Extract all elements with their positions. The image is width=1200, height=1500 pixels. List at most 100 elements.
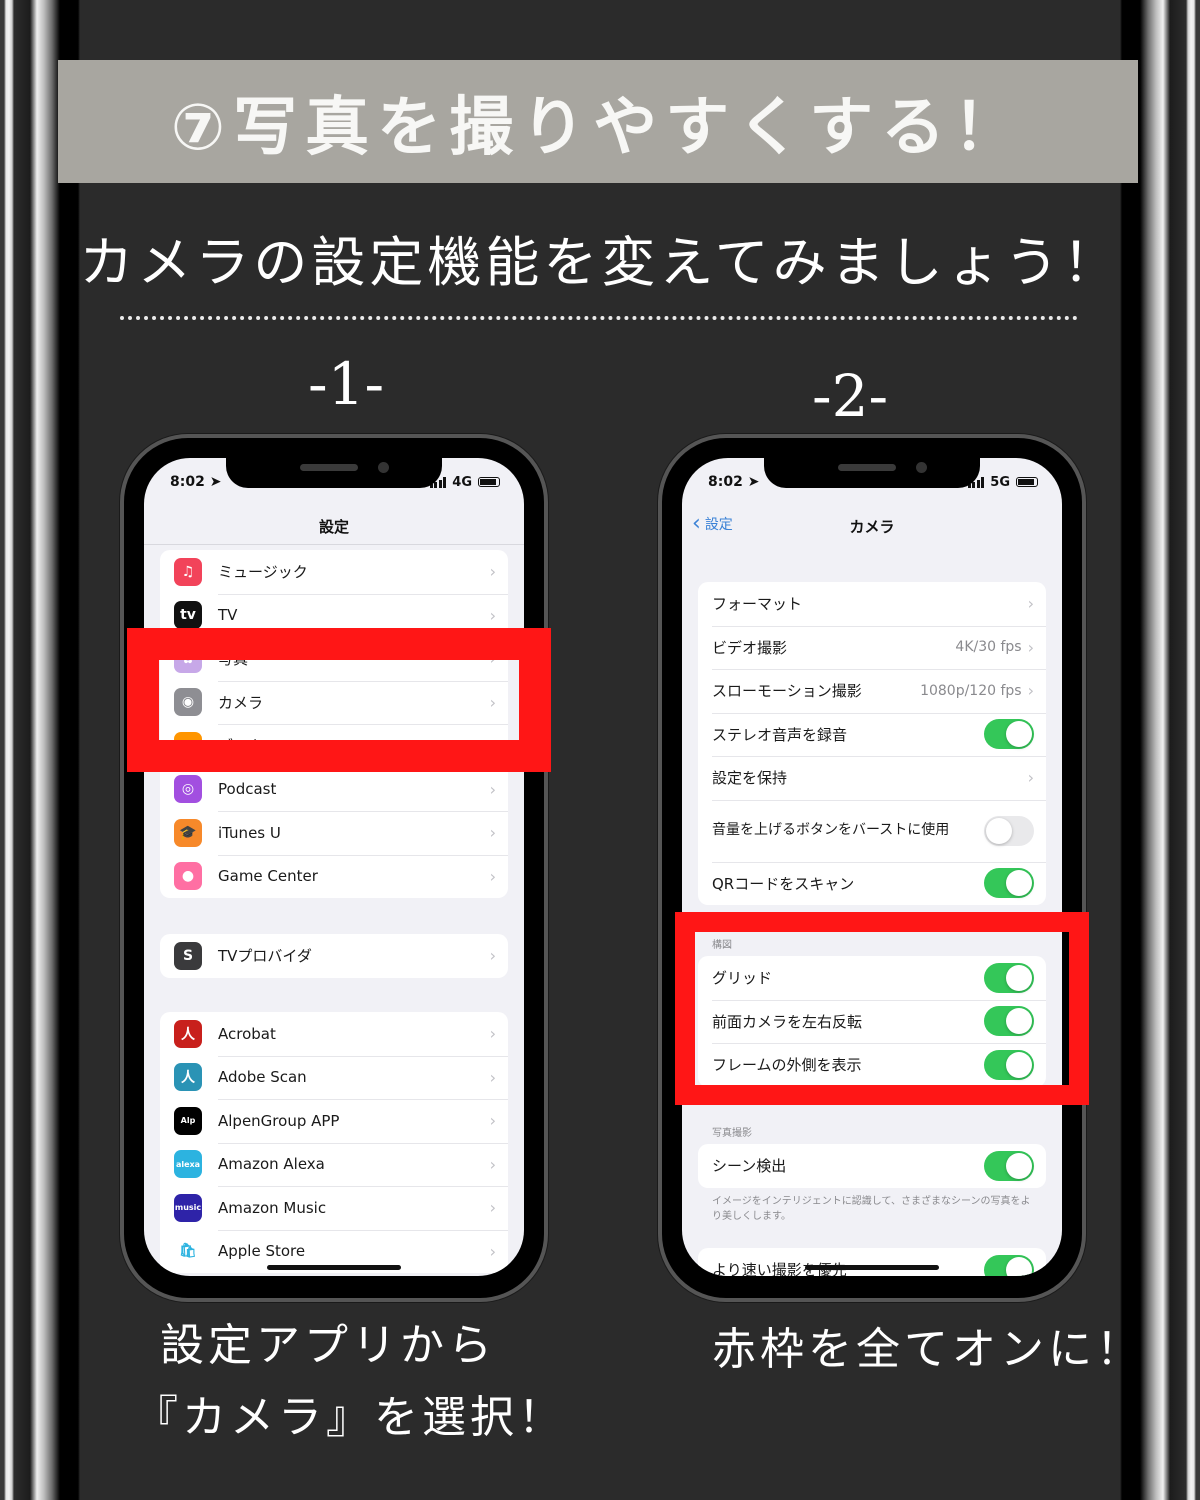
toggle-switch[interactable] [984, 1254, 1034, 1276]
nav-title: 設定 [318, 518, 349, 536]
chevron-right-icon: › [489, 1067, 496, 1087]
camera-setting-row[interactable]: QRコードをスキャン [698, 861, 1046, 906]
chevron-right-icon: › [489, 946, 496, 966]
tv-provider-icon: S [174, 941, 202, 970]
toggle-knob [1006, 1256, 1032, 1276]
settings-row-acrobat[interactable]: 人 Acrobat › [160, 1012, 508, 1056]
network-type: 4G [452, 474, 472, 490]
toggle-switch[interactable] [984, 868, 1034, 899]
chevron-right-icon: › [489, 692, 496, 712]
toggle-switch[interactable] [984, 1049, 1034, 1080]
chevron-right-icon: › [489, 1198, 496, 1218]
chevron-right-icon: › [1027, 768, 1034, 788]
title-banner: ⑦写真を撮りやすくする！ [58, 60, 1138, 183]
settings-row-adobe-scan[interactable]: 人 Adobe Scan › [160, 1055, 508, 1100]
camera-setting-row[interactable]: 設定を保持 › [698, 756, 1046, 800]
settings-row-item-3[interactable]: ◉ カメラ › [160, 680, 508, 725]
toggle-knob [1006, 721, 1032, 748]
row-label: フォーマット [712, 595, 803, 614]
subtitle: カメラの設定機能を変えてみましょう！ [79, 231, 1121, 294]
toggle-switch[interactable] [984, 719, 1034, 750]
camera-group-photo: シーン検出 [698, 1144, 1046, 1188]
step-number-1: -1- [308, 350, 385, 418]
caption-step1-line2: 『カメラ』を選択！ [134, 1392, 566, 1443]
toggle-switch[interactable] [984, 1150, 1034, 1181]
chevron-right-icon: › [489, 649, 496, 669]
row-label: ブック [218, 737, 264, 756]
camera-setting-row[interactable]: より速い撮影を優先 [698, 1248, 1046, 1276]
dotted-divider [120, 316, 1078, 320]
step-number-2: -2- [812, 362, 889, 430]
status-time: 8:02 [708, 474, 743, 490]
settings-row-item-2[interactable]: ✿ 写真 › [160, 637, 508, 681]
settings-row-tv[interactable]: tv TV › [160, 593, 508, 638]
camera-group-priority: より速い撮影を優先 [698, 1248, 1046, 1276]
row-label: 前面カメラを左右反転 [712, 1012, 863, 1031]
chevron-right-icon: › [489, 605, 496, 625]
chevron-right-icon: › [489, 1111, 496, 1131]
settings-row-tv[interactable]: S TVプロバイダ › [160, 934, 508, 978]
music-icon: ♫ [174, 557, 202, 586]
row-label: シーン検出 [712, 1157, 787, 1176]
phone-settings: 8:02 ➤ 4G 設定 ♫ ミュージック › tv TV › ✿ 写真 › ◉ カメラ › ▤ ブック ›… [120, 434, 548, 1302]
camera-setting-row[interactable]: ステレオ音声を録音 [698, 712, 1046, 757]
itunes-u-icon: 🎓 [174, 818, 202, 847]
settings-group-apple: ♫ ミュージック › tv TV › ✿ 写真 › ◉ カメラ › ▤ ブック › ◎ Podcast › 🎓 iTu… [160, 550, 508, 898]
row-label: AlpenGroup APP [218, 1111, 340, 1130]
home-indicator [805, 1265, 939, 1270]
camera-setting-row[interactable]: グリッド [698, 956, 1046, 1000]
settings-row-item-0[interactable]: ♫ ミュージック › [160, 550, 508, 594]
toggle-knob [986, 817, 1012, 844]
apple-tv-icon: tv [174, 601, 202, 630]
row-label: Podcast [218, 780, 277, 799]
settings-row-amazon-music[interactable]: music Amazon Music › [160, 1186, 508, 1230]
settings-row-item-4[interactable]: ▤ ブック › [160, 724, 508, 768]
chevron-right-icon: › [489, 1241, 496, 1261]
photos-icon: ✿ [174, 644, 202, 673]
row-value: 1080p/120 fps [920, 682, 1022, 699]
settings-row-alpengroup-app[interactable]: Alp AlpenGroup APP › [160, 1099, 508, 1143]
podcast-icon: ◎ [174, 775, 202, 804]
page-title: ⑦写真を撮りやすくする！ [170, 90, 1026, 165]
row-label: Acrobat [218, 1024, 276, 1043]
settings-row-game-center[interactable]: ● Game Center › [160, 854, 508, 899]
toggle-switch[interactable] [984, 962, 1034, 993]
settings-row-itunes-u[interactable]: 🎓 iTunes U › [160, 811, 508, 855]
toggle-knob [1006, 964, 1032, 991]
notch [226, 458, 442, 488]
camera-setting-row[interactable]: 音量を上げるボタンをバーストに使用 [698, 799, 1046, 862]
camera-setting-row[interactable]: ビデオ撮影 4K/30 fps › [698, 625, 1046, 670]
camera-group-main: フォーマット › ビデオ撮影 4K/30 fps › スローモーション撮影 1080p/12… [698, 582, 1046, 905]
settings-group-third-party: 人 Acrobat › 人 Adobe Scan › Alp AlpenGroup APP › a… [160, 1012, 508, 1273]
camera-setting-row[interactable]: 前面カメラを左右反転 [698, 999, 1046, 1044]
chevron-right-icon: › [489, 779, 496, 799]
acrobat-icon: 人 [174, 1019, 202, 1048]
settings-row-podcast[interactable]: ◎ Podcast › [160, 767, 508, 812]
camera-settings-screen: 8:02 ➤ 5G ‹ 設定 カメラ フォーマット › ビデオ撮影 4K/30 fps… [682, 458, 1062, 1276]
apple-store-icon: 🛍 [174, 1237, 202, 1266]
row-label: フレームの外側を表示 [712, 1056, 862, 1075]
settings-group-tv-provider: S TVプロバイダ › [160, 934, 508, 978]
camera-setting-row[interactable]: フォーマット › [698, 582, 1046, 626]
amazon-alexa-icon: alexa [174, 1150, 202, 1179]
row-label: ミュージック [218, 563, 308, 582]
settings-row-amazon-alexa[interactable]: alexa Amazon Alexa › [160, 1142, 508, 1187]
toggle-switch[interactable] [984, 1006, 1034, 1037]
toggle-knob [1006, 1008, 1032, 1035]
books-icon: ▤ [174, 731, 202, 760]
row-label: カメラ [218, 693, 264, 712]
notch [764, 458, 980, 488]
chevron-right-icon: › [489, 866, 496, 886]
camera-setting-row[interactable]: フレームの外側を表示 [698, 1043, 1046, 1087]
battery-icon [478, 477, 500, 487]
chevron-right-icon: › [1027, 594, 1034, 614]
chevron-right-icon: › [489, 1024, 496, 1044]
camera-icon: ◉ [174, 688, 202, 717]
camera-setting-row[interactable]: シーン検出 [698, 1144, 1046, 1188]
camera-setting-row[interactable]: スローモーション撮影 1080p/120 fps › [698, 669, 1046, 713]
row-label: ステレオ音声を録音 [712, 725, 848, 744]
chevron-right-icon: › [489, 823, 496, 843]
toggle-switch[interactable] [984, 815, 1034, 846]
row-label: 音量を上げるボタンをバーストに使用 [712, 822, 950, 838]
camera-group-composition: グリッド前面カメラを左右反転 フレームの外側を表示 [698, 956, 1046, 1087]
